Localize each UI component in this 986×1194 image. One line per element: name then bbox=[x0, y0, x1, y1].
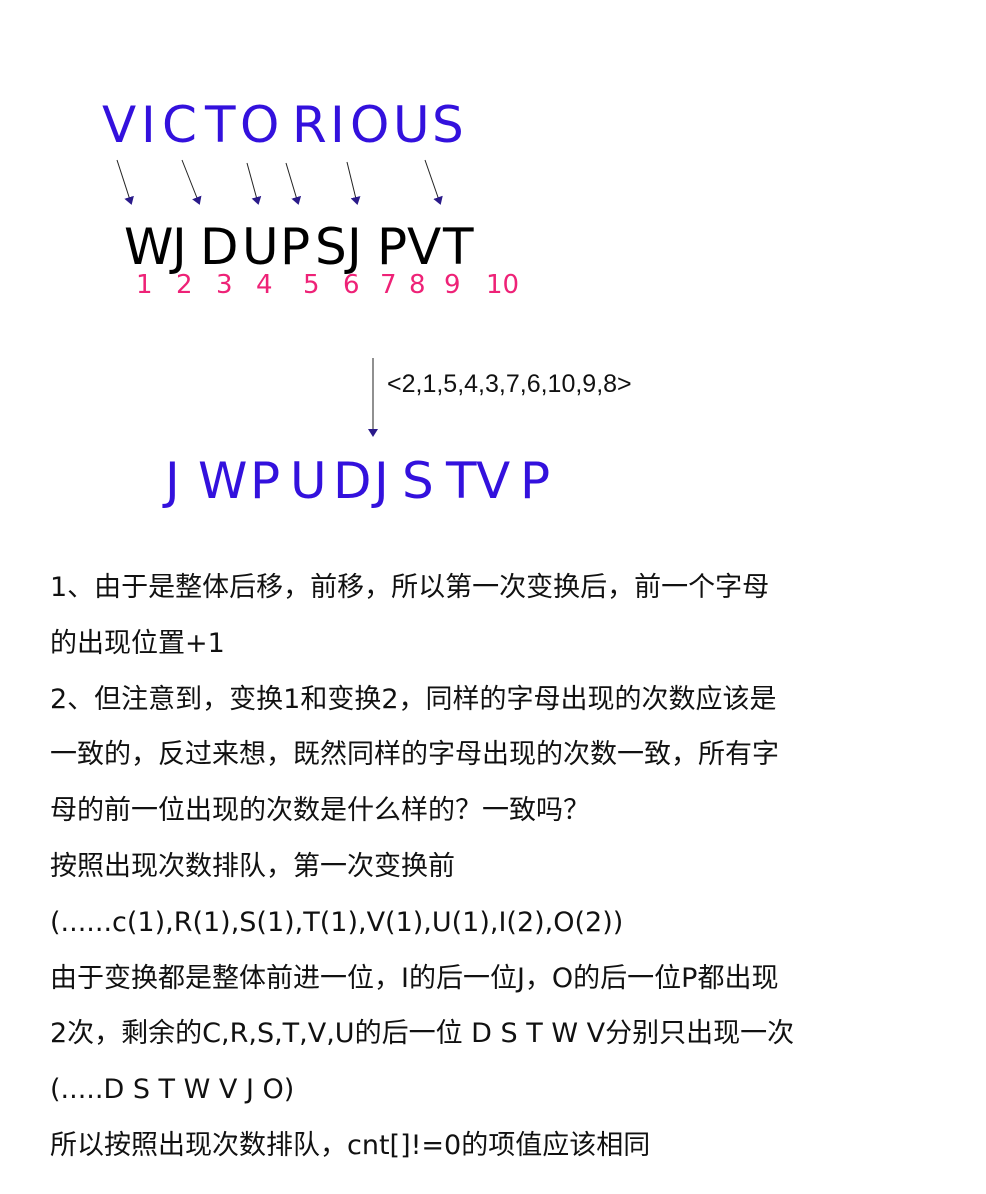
arrow bbox=[181, 159, 202, 205]
encrypted-letter: T bbox=[443, 218, 474, 276]
position-number: 3 bbox=[216, 270, 233, 300]
note-line: 由于变换都是整体前进一位，I的后一位J，O的后一位P都出现 bbox=[50, 962, 779, 994]
result-letter: D bbox=[333, 452, 372, 510]
source-letter: T bbox=[205, 96, 236, 154]
source-letter: R bbox=[292, 96, 327, 154]
result-letter: S bbox=[402, 452, 434, 510]
explanation-notes: 1、由于是整体后移，前移，所以第一次变换后，前一个字母 的出现位置+1 2、但注… bbox=[50, 560, 950, 1174]
arrow bbox=[116, 159, 134, 205]
result-letter: U bbox=[290, 452, 327, 510]
encrypted-letter: S bbox=[315, 218, 347, 276]
position-number: 8 bbox=[409, 270, 426, 300]
encrypted-letter: W bbox=[124, 218, 174, 276]
arrow bbox=[285, 162, 302, 205]
arrow bbox=[346, 161, 361, 205]
arrow bbox=[424, 159, 443, 205]
encrypted-letter: J bbox=[347, 218, 362, 276]
encrypted-letter: V bbox=[407, 218, 442, 276]
encrypted-letter: J bbox=[172, 218, 187, 276]
note-line: 所以按照出现次数排队，cnt[]!=0的项值应该相同 bbox=[50, 1129, 651, 1161]
position-number: 5 bbox=[303, 270, 320, 300]
result-letter: V bbox=[476, 452, 511, 510]
position-number: 7 bbox=[380, 270, 397, 300]
source-letter: U bbox=[393, 96, 430, 154]
position-number: 2 bbox=[176, 270, 193, 300]
source-letter: C bbox=[162, 96, 197, 154]
result-letter: J bbox=[165, 452, 180, 510]
source-letter: S bbox=[432, 96, 464, 154]
encrypted-letter: D bbox=[200, 218, 239, 276]
encrypted-letter: P bbox=[377, 218, 408, 276]
note-line: 1、由于是整体后移，前移，所以第一次变换后，前一个字母 bbox=[50, 572, 770, 603]
note-line: 一致的，反过来想，既然同样的字母出现的次数一致，所有字 bbox=[50, 739, 779, 771]
position-number: 4 bbox=[256, 270, 273, 300]
position-number: 1 bbox=[136, 270, 153, 300]
source-letter: V bbox=[102, 96, 137, 154]
encrypted-letter: U bbox=[242, 218, 279, 276]
source-letter: I bbox=[141, 96, 156, 154]
position-number: 10 bbox=[486, 270, 520, 300]
result-letter: P bbox=[250, 452, 281, 510]
note-line: 母的前一位出现的次数是什么样的？一致吗？ bbox=[50, 795, 590, 827]
result-letter: W bbox=[198, 452, 248, 510]
note-line: 按照出现次数排队，第一次变换前 bbox=[50, 850, 455, 882]
arrow bbox=[246, 162, 262, 205]
note-line: 的出现位置+1 bbox=[50, 627, 225, 659]
note-line: 2、但注意到，变换1和变换2，同样的字母出现的次数应该是 bbox=[50, 683, 777, 715]
position-number: 6 bbox=[343, 270, 360, 300]
result-letter: T bbox=[446, 452, 477, 510]
note-line: 2次，剩余的C,R,S,T,V,U的后一位 D S T W V分别只出现一次 bbox=[50, 1018, 795, 1050]
result-letter: P bbox=[520, 452, 551, 510]
position-number: 9 bbox=[444, 270, 461, 300]
result-letter: J bbox=[374, 452, 389, 510]
source-letter: O bbox=[240, 96, 280, 154]
permutation-label: <2,1,5,4,3,7,6,10,9,8> bbox=[387, 370, 632, 398]
source-letter: I bbox=[330, 96, 345, 154]
encrypted-letter: P bbox=[280, 218, 311, 276]
note-line: (.....D S T W V J O) bbox=[50, 1074, 295, 1106]
source-letter: O bbox=[350, 96, 390, 154]
note-line: (......c(1),R(1),S(1),T(1),V(1),U(1),I(2… bbox=[50, 906, 624, 938]
